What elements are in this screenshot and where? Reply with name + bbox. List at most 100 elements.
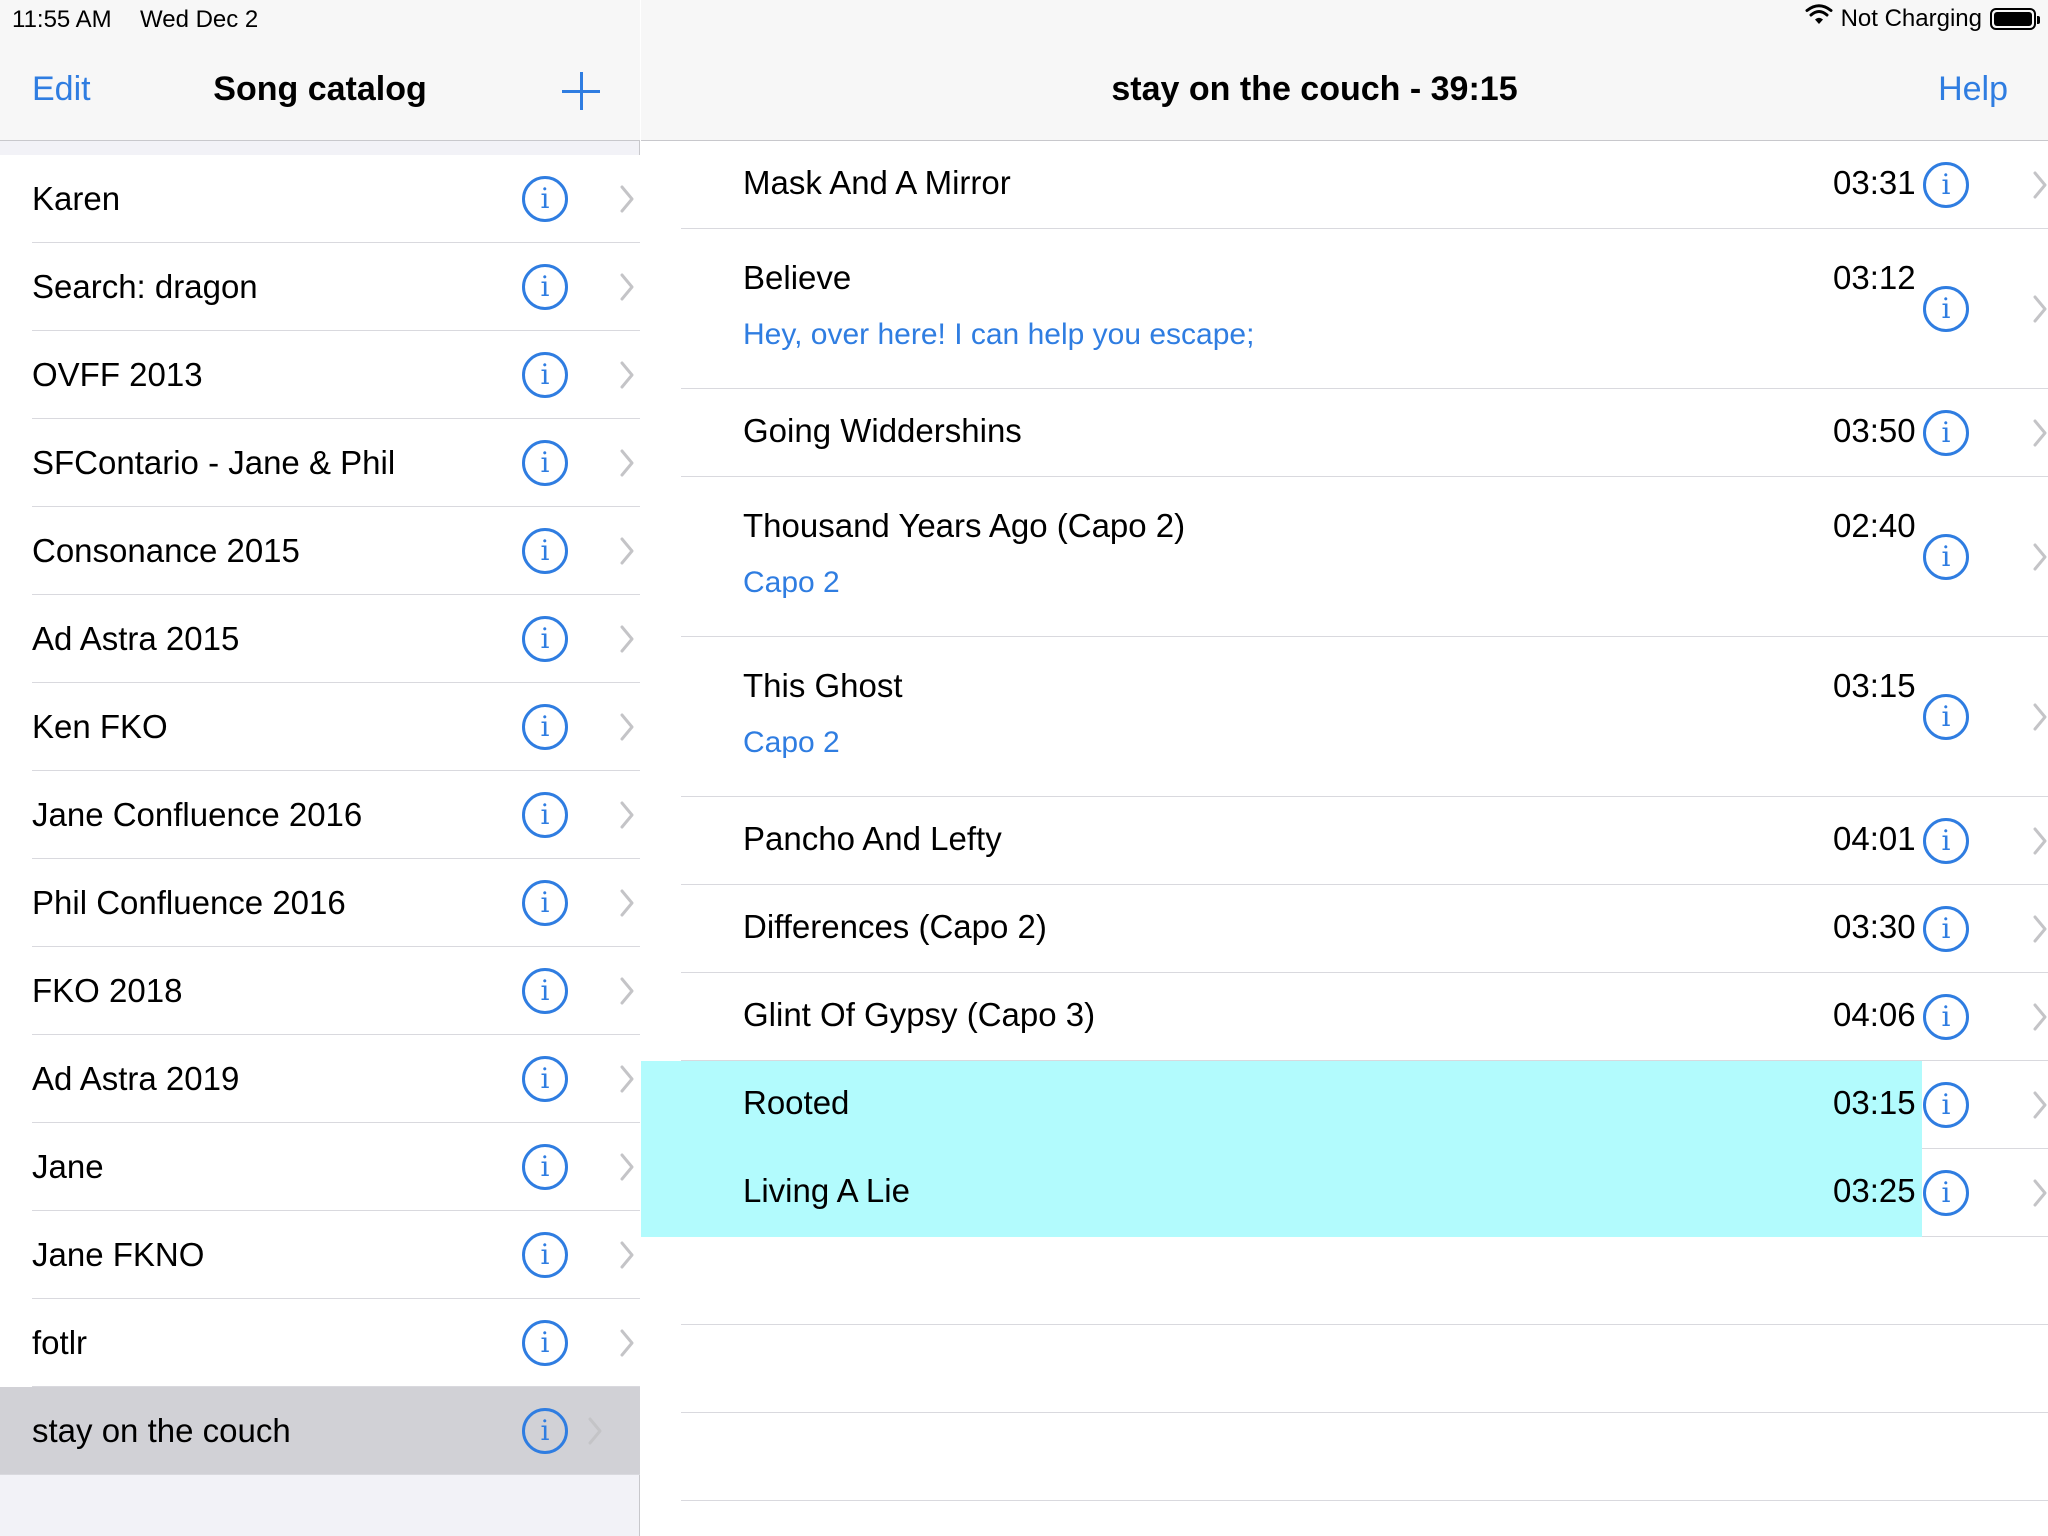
chevron-right-icon	[620, 889, 634, 917]
catalog-item[interactable]: SFContario - Jane & Phil i	[32, 419, 640, 507]
status-right: Not Charging	[1805, 4, 2040, 33]
info-icon[interactable]: i	[522, 1056, 568, 1102]
catalog-item-label: Karen	[32, 180, 121, 217]
song-row[interactable]: Pancho And Lefty 04:01 i	[681, 797, 2048, 885]
catalog-item-label: FKO 2018	[32, 972, 183, 1009]
song-duration: 03:30	[1833, 908, 1916, 945]
song-title: Pancho And Lefty	[743, 820, 1002, 857]
help-button[interactable]: Help	[1938, 70, 2008, 109]
catalog-item-label: Phil Confluence 2016	[32, 884, 346, 921]
song-list: Mask And A Mirror 03:31 i Believe 03:12 Hey, …	[641, 141, 2048, 1501]
chevron-right-icon	[2033, 295, 2047, 323]
info-icon[interactable]: i	[1923, 410, 1969, 456]
catalog-item-label: fotlr	[32, 1324, 88, 1361]
sidebar-title: Song catalog	[213, 70, 427, 108]
status-time: 11:55 AM	[12, 6, 112, 33]
song-row[interactable]: Believe 03:12 Hey, over here! I can help y…	[681, 229, 2048, 389]
catalog-item-label: Ad Astra 2019	[32, 1060, 240, 1097]
song-title: Rooted	[743, 1084, 850, 1121]
detail-pane: stay on the couch - 39:15 Help Mask And …	[641, 0, 2048, 1536]
song-title: Thousand Years Ago (Capo 2)	[743, 507, 1186, 544]
chevron-right-icon	[620, 713, 634, 741]
info-icon[interactable]: i	[1923, 906, 1969, 952]
catalog-item[interactable]: Karen i	[32, 155, 640, 243]
song-note: Hey, over here! I can help you escape;	[743, 318, 1255, 351]
song-row[interactable]: Thousand Years Ago (Capo 2) 02:40 Capo 2 i	[681, 477, 2048, 637]
chevron-right-icon	[620, 977, 634, 1005]
info-icon[interactable]: i	[522, 704, 568, 750]
info-icon[interactable]: i	[522, 352, 568, 398]
info-icon[interactable]: i	[1923, 994, 1969, 1040]
info-icon[interactable]: i	[1923, 286, 1969, 332]
info-icon[interactable]: i	[1923, 162, 1969, 208]
song-row[interactable]: Rooted 03:15 i	[641, 1061, 2048, 1149]
battery-icon	[1990, 7, 2040, 30]
info-icon[interactable]: i	[1923, 818, 1969, 864]
catalog-item[interactable]: Search: dragon i	[32, 243, 640, 331]
info-icon[interactable]: i	[1923, 1170, 1969, 1216]
catalog-item[interactable]: fotlr i	[32, 1299, 640, 1387]
chevron-right-icon	[620, 185, 634, 213]
chevron-right-icon	[620, 537, 634, 565]
song-row[interactable]: Living A Lie 03:25 i	[641, 1149, 2048, 1237]
catalog-item-label: Jane Confluence 2016	[32, 796, 363, 833]
catalog-item[interactable]: Jane FKNO i	[32, 1211, 640, 1299]
song-note: Capo 2	[743, 726, 840, 759]
song-duration: 03:25	[1833, 1172, 1916, 1209]
catalog-item[interactable]: Jane Confluence 2016 i	[32, 771, 640, 859]
info-icon[interactable]: i	[522, 176, 568, 222]
info-icon[interactable]: i	[522, 528, 568, 574]
catalog-item[interactable]: Ken FKO i	[32, 683, 640, 771]
song-row[interactable]: Glint Of Gypsy (Capo 3) 04:06 i	[681, 973, 2048, 1061]
status-bar: 11:55 AM Wed Dec 2 Not Charging	[0, 0, 2048, 40]
catalog-item[interactable]: Phil Confluence 2016 i	[32, 859, 640, 947]
song-duration: 03:15	[1833, 667, 1916, 704]
info-icon[interactable]: i	[522, 880, 568, 926]
catalog-item[interactable]: stay on the couch i	[0, 1387, 640, 1475]
song-title: Differences (Capo 2)	[743, 908, 1047, 945]
catalog-item[interactable]: Ad Astra 2015 i	[32, 595, 640, 683]
catalog-item[interactable]: Ad Astra 2019 i	[32, 1035, 640, 1123]
setlist-title: stay on the couch - 39:15	[1111, 70, 1518, 108]
catalog-item-label: OVFF 2013	[32, 356, 203, 393]
song-row[interactable]: Going Widdershins 03:50 i	[681, 389, 2048, 477]
sidebar: Edit Song catalog Karen i Search: dragon i O…	[0, 0, 640, 1536]
chevron-right-icon	[620, 449, 634, 477]
song-title: Mask And A Mirror	[743, 164, 1011, 201]
info-icon[interactable]: i	[522, 968, 568, 1014]
plus-icon[interactable]	[560, 70, 602, 112]
info-icon[interactable]: i	[522, 1144, 568, 1190]
chevron-right-icon	[620, 361, 634, 389]
catalog-item-label: Ad Astra 2015	[32, 620, 240, 657]
song-duration: 03:31	[1833, 164, 1916, 201]
catalog-item[interactable]: Consonance 2015 i	[32, 507, 640, 595]
empty-row	[681, 1325, 2048, 1413]
chevron-right-icon	[2033, 827, 2047, 855]
catalog-item-label: Jane FKNO	[32, 1236, 205, 1273]
chevron-right-icon	[588, 1417, 602, 1445]
info-icon[interactable]: i	[1923, 694, 1969, 740]
song-duration: 03:12	[1833, 259, 1916, 296]
info-icon[interactable]: i	[522, 440, 568, 486]
info-icon[interactable]: i	[522, 264, 568, 310]
chevron-right-icon	[620, 1153, 634, 1181]
info-icon[interactable]: i	[1923, 534, 1969, 580]
info-icon[interactable]: i	[1923, 1082, 1969, 1128]
catalog-item[interactable]: FKO 2018 i	[32, 947, 640, 1035]
info-icon[interactable]: i	[522, 1408, 568, 1454]
info-icon[interactable]: i	[522, 616, 568, 662]
info-icon[interactable]: i	[522, 792, 568, 838]
info-icon[interactable]: i	[522, 1320, 568, 1366]
song-row[interactable]: Mask And A Mirror 03:31 i	[681, 141, 2048, 229]
empty-row	[681, 1237, 2048, 1325]
catalog-item[interactable]: Jane i	[32, 1123, 640, 1211]
song-row[interactable]: Differences (Capo 2) 03:30 i	[681, 885, 2048, 973]
song-row[interactable]: This Ghost 03:15 Capo 2 i	[681, 637, 2048, 797]
song-title: This Ghost	[743, 667, 903, 704]
catalog-item[interactable]: OVFF 2013 i	[32, 331, 640, 419]
info-icon[interactable]: i	[522, 1232, 568, 1278]
catalog-item-label: Ken FKO	[32, 708, 168, 745]
wifi-icon	[1805, 4, 1833, 33]
chevron-right-icon	[2033, 703, 2047, 731]
catalog-item-label: Search: dragon	[32, 268, 258, 305]
